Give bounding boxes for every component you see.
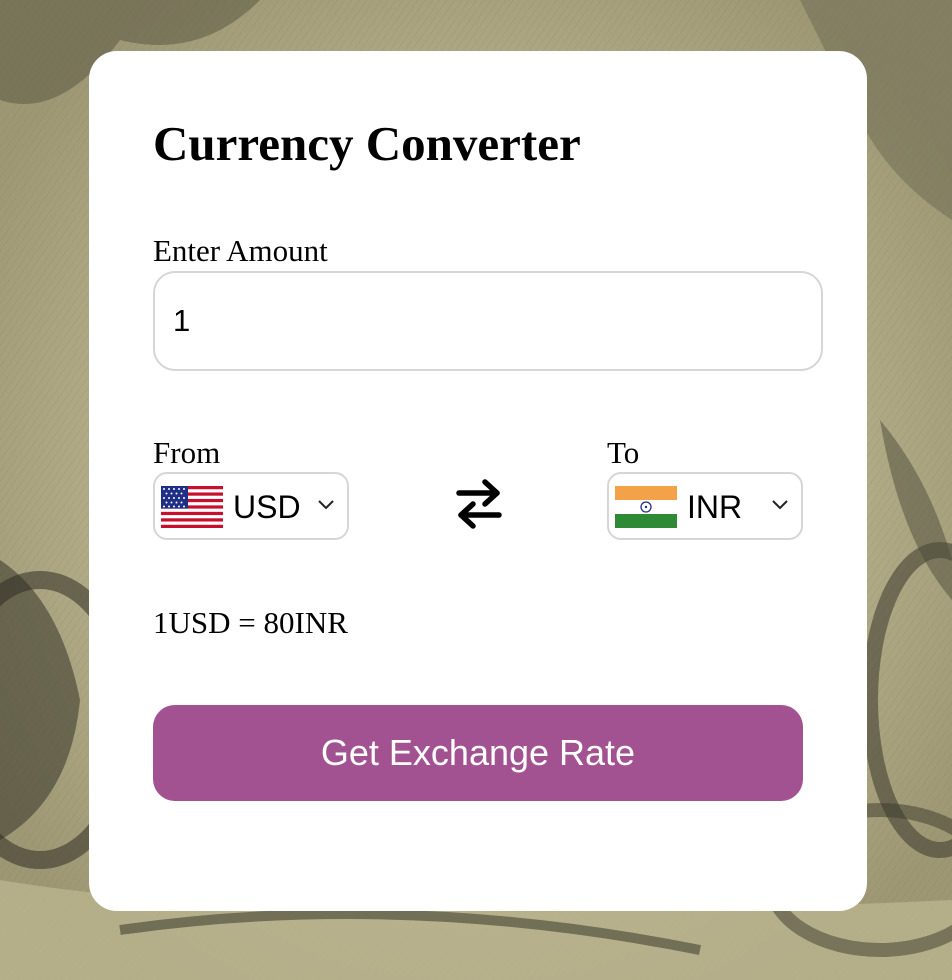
exchange-rate-result: 1USD = 80INR	[153, 605, 348, 640]
swap-arrows-icon[interactable]	[453, 477, 505, 531]
get-exchange-rate-button[interactable]: Get Exchange Rate	[153, 705, 803, 801]
to-label: To	[607, 435, 640, 470]
chevron-down-icon	[772, 500, 788, 510]
from-currency-select[interactable]: USD	[153, 472, 349, 540]
converter-card: Currency Converter Enter Amount From USD	[89, 51, 867, 911]
to-currency-select[interactable]: INR	[607, 472, 803, 540]
amount-label: Enter Amount	[153, 233, 328, 268]
from-label: From	[153, 435, 221, 470]
chevron-down-icon	[318, 500, 334, 510]
us-flag-icon	[161, 486, 223, 528]
page-title: Currency Converter	[153, 116, 581, 171]
from-currency-code: USD	[233, 489, 301, 525]
india-flag-icon	[615, 486, 677, 528]
amount-input[interactable]	[153, 271, 823, 371]
to-currency-code: INR	[687, 489, 743, 525]
